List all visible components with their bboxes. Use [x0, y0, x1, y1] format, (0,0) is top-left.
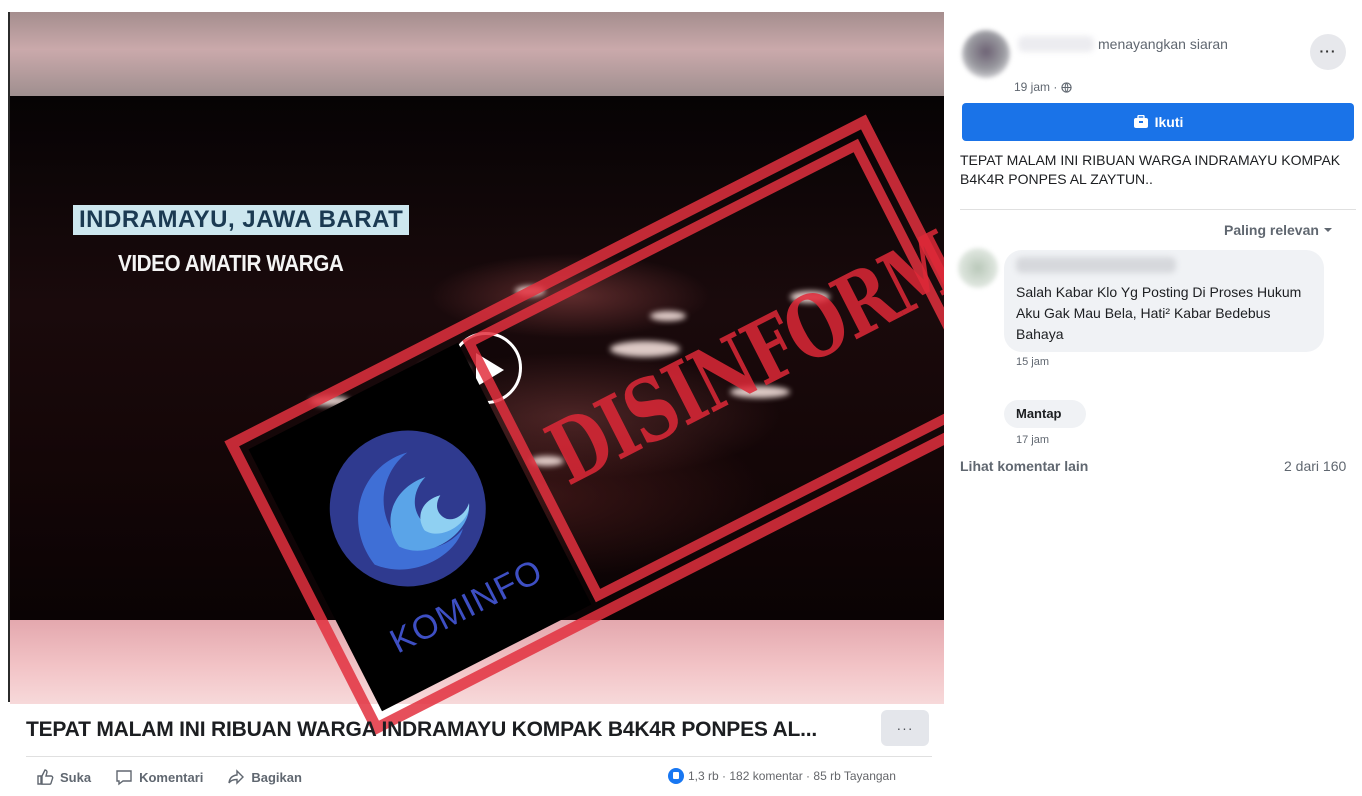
divider — [26, 756, 932, 757]
comment-sort-dropdown[interactable]: Paling relevan — [1224, 222, 1333, 238]
follow-button[interactable]: Ikuti — [962, 103, 1354, 141]
like-reaction-icon — [668, 768, 684, 784]
video-blur-top — [10, 12, 944, 96]
comment-time: 15 jam — [1016, 356, 1050, 368]
post-time-text: 19 jam · — [1014, 80, 1058, 94]
thumbs-up-icon — [37, 769, 54, 785]
post-actions: Suka Komentari Bagikan — [36, 768, 302, 786]
share-label: Bagikan — [251, 769, 302, 785]
post-title: TEPAT MALAM INI RIBUAN WARGA INDRAMAYU K… — [26, 718, 818, 741]
location-tag: INDRAMAYU, JAWA BARAT — [73, 205, 410, 235]
post-menu-button[interactable]: ··· — [1310, 34, 1346, 70]
comment-icon — [116, 770, 132, 786]
share-icon — [228, 769, 245, 785]
like-button[interactable]: Suka — [36, 768, 91, 786]
globe-icon — [1061, 81, 1073, 93]
post-stats[interactable]: 1,3 rb · 182 komentar · 85 rb Tayangan — [668, 768, 896, 784]
commenter-avatar[interactable] — [958, 248, 998, 288]
more-comments-link[interactable]: Lihat komentar lain — [960, 458, 1088, 474]
comment-label: Komentari — [139, 769, 204, 785]
post-text: TEPAT MALAM INI RIBUAN WARGA INDRAMAYU K… — [960, 152, 1341, 187]
comment-time: 17 jam — [1016, 434, 1050, 446]
avatar[interactable] — [962, 30, 1010, 78]
divider — [960, 209, 1356, 210]
post-time: 19 jam · — [1014, 80, 1073, 94]
author-action: menayangkan siaran — [1098, 36, 1228, 52]
author-name-blurred[interactable] — [1018, 36, 1094, 52]
comment-button[interactable]: Komentari — [115, 768, 203, 786]
post-sidebar: menayangkan siaran ··· 19 jam · Ikuti TE… — [944, 12, 1362, 796]
comment-text: Mantap — [1016, 406, 1062, 421]
share-button[interactable]: Bagikan — [227, 768, 302, 786]
video-caption: VIDEO AMATIR WARGA — [118, 250, 344, 276]
comment-count: 2 dari 160 — [1284, 458, 1347, 474]
like-label: Suka — [60, 769, 92, 785]
post-stats-text: 1,3 rb · 182 komentar · 85 rb Tayangan — [688, 769, 896, 783]
comment-text: Salah Kabar Klo Yg Posting Di Proses Huk… — [1016, 284, 1302, 342]
more-options-button[interactable]: ··· — [881, 710, 929, 746]
follow-icon — [1133, 115, 1148, 128]
commenter-name-blurred[interactable] — [1016, 257, 1176, 273]
sort-label: Paling relevan — [1224, 222, 1319, 238]
follow-label: Ikuti — [1154, 114, 1184, 130]
chevron-down-icon — [1323, 228, 1332, 232]
